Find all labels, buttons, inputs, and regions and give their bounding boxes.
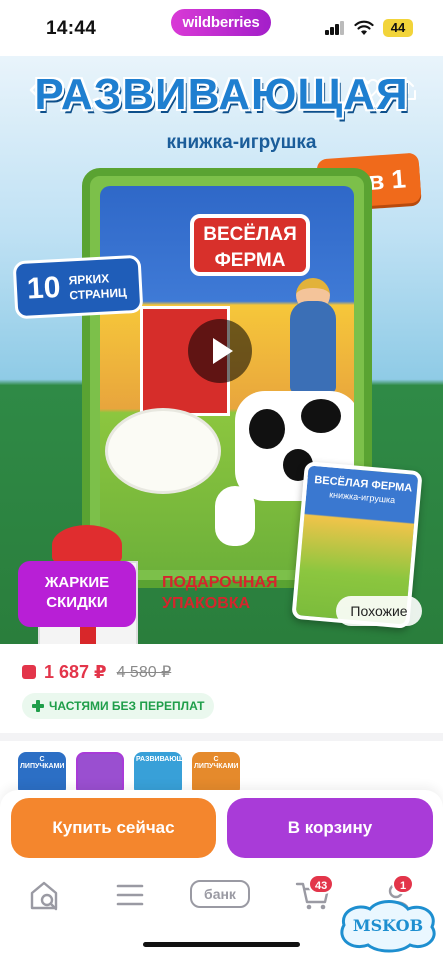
badge-10-number: 10 <box>26 270 62 306</box>
badge-10-pages: 10 ЯРКИХ СТРАНИЦ <box>12 254 144 320</box>
goose-illustration <box>215 486 255 546</box>
product-image-gallery[interactable]: РАЗВИВАЮЩАЯ книжка-игрушка 20 в 1 ВЕСЁЛА… <box>0 56 443 644</box>
status-bar: 14:44 wildberries 44 <box>0 0 443 56</box>
play-video-button[interactable] <box>188 319 252 383</box>
variant-label: С ЛИПУЧКАМИ <box>194 756 239 770</box>
watermark-text: MSKOB <box>353 916 423 935</box>
plus-icon <box>32 700 44 712</box>
gift-wrap-label: ПОДАРОЧНАЯ УПАКОВКА <box>162 572 277 614</box>
old-price: 4 580 ₽ <box>116 664 172 681</box>
buy-now-button[interactable]: Купить сейчас <box>11 798 216 858</box>
wallet-icon <box>22 665 36 679</box>
sale-line2: СКИДКИ <box>46 594 108 611</box>
installment-text: ЧАСТЯМИ БЕЗ ПЕРЕПЛАТ <box>49 699 205 713</box>
profile-count-badge: 1 <box>392 874 414 894</box>
price-row: 1 687 ₽ 4 580 ₽ <box>22 660 171 684</box>
similar-button[interactable]: Похожие <box>336 596 422 626</box>
add-to-cart-button[interactable]: В корзину <box>227 798 433 858</box>
status-time: 14:44 <box>46 18 97 39</box>
cellular-signal-icon <box>325 21 345 35</box>
gift-line2: УПАКОВКА <box>162 595 251 612</box>
mskob-watermark-logo: MSKOB <box>340 900 436 953</box>
home-indicator <box>143 942 300 947</box>
sale-line1: ЖАРКИЕ <box>44 574 110 591</box>
bank-tab[interactable]: банк <box>190 880 250 908</box>
wifi-icon <box>354 20 374 35</box>
hero-subtitle: книжка-игрушка <box>166 132 317 153</box>
gift-line1: ПОДАРОЧНАЯ <box>162 574 278 591</box>
badge-10-text: ЯРКИХ СТРАНИЦ <box>68 271 128 303</box>
cart-count-badge: 43 <box>308 874 335 894</box>
catalog-menu-icon[interactable] <box>110 878 150 912</box>
sheep-illustration <box>108 411 218 491</box>
section-divider <box>0 733 443 741</box>
sale-badge: ЖАРКИЕ СКИДКИ <box>18 561 136 627</box>
book-sign-line2: ФЕРМА <box>214 250 286 271</box>
app-pill[interactable]: wildberries <box>171 9 271 36</box>
variant-label: С ЛИПУЧКАМИ <box>20 756 65 770</box>
battery-indicator: 44 <box>383 19 413 37</box>
variant-label: РАЗВИВАЮЩАЯ <box>136 756 182 763</box>
hero-title: РАЗВИВАЮЩАЯ <box>34 70 409 119</box>
installment-badge[interactable]: ЧАСТЯМИ БЕЗ ПЕРЕПЛАТ <box>22 693 215 719</box>
home-search-icon[interactable] <box>26 878 66 912</box>
book-sign-line1: ВЕСЁЛАЯ <box>203 224 297 245</box>
current-price: 1 687 ₽ <box>44 661 107 682</box>
book-sign: ВЕСЁЛАЯ ФЕРМА <box>190 214 310 276</box>
purchase-bar: Купить сейчас В корзину <box>0 790 443 868</box>
farmer-illustration <box>290 301 336 393</box>
